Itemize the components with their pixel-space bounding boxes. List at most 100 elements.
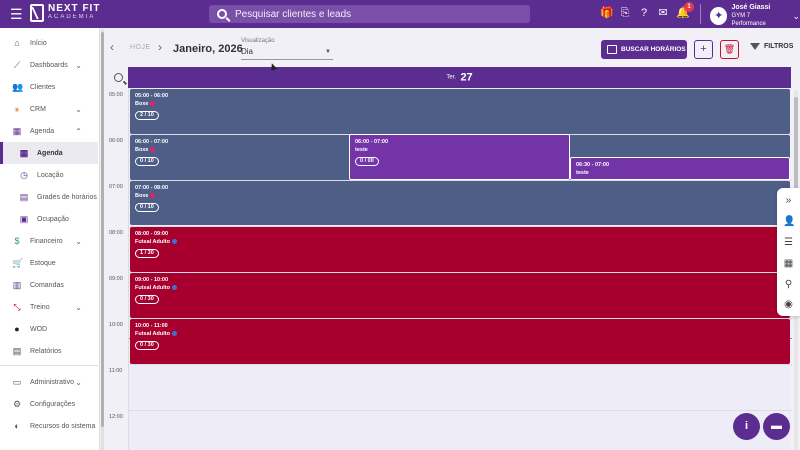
time-label: 08:00	[109, 230, 123, 236]
event-block[interactable]: 06:30 - 07:00 teste	[570, 157, 790, 180]
event-title: Boxe	[135, 147, 156, 153]
bell-icon[interactable]: 🔔 1	[676, 2, 694, 20]
event-title-text: Futsal Adulto	[135, 239, 170, 245]
chevron-down-icon: ⌄	[792, 10, 800, 21]
chat-fab-button[interactable]: ▬	[763, 413, 790, 440]
sidebar-item-crm[interactable]: ⚹ CRM ⌄	[0, 98, 98, 120]
zoom-icon[interactable]	[114, 73, 123, 82]
view-value: Dia	[241, 47, 254, 56]
person-icon[interactable]: 👤	[783, 216, 795, 227]
sidebar-item-comandas[interactable]: ▥ Comandas	[0, 274, 98, 296]
time-label: 09:00	[109, 276, 123, 282]
info-icon: i	[744, 420, 749, 432]
chevron-left-icon[interactable]: ‹	[110, 40, 114, 54]
sidebar-item-configuracoes[interactable]: ⚙ Configurações	[0, 393, 98, 415]
event-block[interactable]: 05:00 - 06:00 Boxe 2 / 10	[130, 89, 790, 134]
sidebar-item-ocupacao[interactable]: ▣ Ocupação	[0, 208, 98, 230]
event-title: Boxe	[135, 101, 156, 107]
sidebar-item-wod[interactable]: ● WOD	[0, 318, 98, 340]
time-label: 12:00	[109, 414, 123, 420]
info-fab-button[interactable]: i	[733, 413, 760, 440]
calendar-person-icon: ▣	[19, 214, 29, 224]
sidebar-item-estoque[interactable]: 🛒 Estoque	[0, 252, 98, 274]
filter-icon	[750, 43, 760, 50]
sidebar-item-label: Agenda	[30, 127, 55, 135]
sidebar-item-relatorios[interactable]: ▤ Relatórios	[0, 340, 98, 362]
report-icon: ▤	[12, 346, 22, 356]
sidebar-item-label: Relatórios	[30, 347, 62, 355]
sidebar-item-treino[interactable]: ⤡ Treino ⌄	[0, 296, 98, 318]
time-label: 10:00	[109, 322, 123, 328]
gift-icon[interactable]: 🎁	[600, 6, 614, 20]
list-icon[interactable]: ☰	[783, 237, 794, 248]
sidebar-item-inicio[interactable]: ⌂ Início	[0, 32, 98, 54]
home-icon: ⌂	[14, 38, 20, 48]
help-icon[interactable]: ?	[638, 6, 650, 20]
logo-name: NEXT FIT	[48, 3, 101, 14]
event-title: teste	[576, 170, 589, 176]
event-title: Futsal Adulto	[135, 239, 177, 245]
today-button[interactable]: HOJE	[130, 44, 151, 51]
event-title: Futsal Adulto	[135, 285, 177, 291]
view-select[interactable]: Dia ▼	[241, 47, 333, 60]
location-pin-icon[interactable]: ⚲	[783, 279, 794, 290]
sidebar-item-financeiro[interactable]: $ Financeiro ⌄	[0, 230, 98, 252]
door-icon[interactable]: ⎘	[619, 6, 631, 20]
people-icon: 👥	[12, 82, 24, 92]
caret-down-icon: ▼	[325, 49, 331, 55]
logo-mark-icon	[30, 4, 44, 22]
event-block[interactable]: 10:00 - 11:00 Futsal Adulto 0 / 30	[130, 319, 790, 364]
calendar-grid[interactable]: 05:00 - 06:00 Boxe 2 / 10 06:00 - 07:00 …	[128, 88, 792, 450]
avatar: ✦	[710, 7, 728, 25]
sidebar-item-label: Treino	[30, 303, 50, 311]
sidebar-item-label: Locação	[37, 171, 64, 179]
delete-button[interactable]: 🗑	[720, 40, 739, 59]
time-label: 06:00	[109, 138, 123, 144]
search-bar[interactable]	[209, 5, 530, 23]
event-capacity: 0 / 10	[135, 203, 159, 212]
chat-icon[interactable]: ✉	[657, 6, 669, 20]
double-chevron-right-icon[interactable]: »	[783, 195, 794, 206]
event-capacity: 0 / 30	[135, 341, 159, 350]
user-menu[interactable]: ✦ José Giassi GYM 7 Performance ⌄	[710, 4, 800, 28]
calendar-clock-icon: ◷	[20, 170, 28, 180]
eye-icon[interactable]: ◉	[783, 299, 794, 310]
event-title-text: Futsal Adulto	[135, 331, 170, 337]
sidebar-item-recursos[interactable]: ◐ Recursos do sistema	[0, 415, 98, 437]
chevron-down-icon: ⌄	[75, 104, 82, 114]
filter-button[interactable]: FILTROS	[750, 43, 793, 50]
chevron-right-icon[interactable]: ›	[158, 40, 162, 54]
chevron-down-icon: ⌄	[75, 302, 82, 312]
sidebar-item-clientes[interactable]: 👥 Clientes	[0, 76, 98, 98]
receipt-icon: ▥	[12, 280, 22, 290]
event-title: teste	[355, 147, 368, 153]
sidebar-item-administrativo[interactable]: ▭ Administrativo ⌄	[0, 371, 98, 393]
calendar-icon[interactable]: ▦	[783, 258, 794, 269]
sidebar-item-locacao[interactable]: ◷ Locação	[0, 164, 98, 186]
buscar-horarios-label: BUSCAR HORÁRIOS	[621, 46, 686, 53]
sidebar-item-label: Ocupação	[37, 215, 69, 223]
trash-icon: 🗑	[723, 44, 736, 54]
topbar-divider	[700, 4, 701, 24]
event-block[interactable]: 09:00 - 10:00 Futsal Adulto 0 / 30	[130, 273, 790, 318]
logo[interactable]: NEXT FIT ACADEMIA	[30, 4, 100, 22]
event-block[interactable]: 08:00 - 09:00 Futsal Adulto 1 / 30	[130, 227, 790, 272]
grid-calendar-icon: ▤	[19, 192, 29, 202]
event-time: 06:00 - 07:00	[135, 139, 169, 145]
buscar-horarios-button[interactable]: BUSCAR HORÁRIOS	[601, 40, 687, 59]
sidebar-item-agenda-sub[interactable]: ▦ Agenda	[0, 142, 98, 164]
event-block[interactable]: 07:00 - 08:00 Boxe 0 / 10	[130, 181, 790, 225]
sidebar-item-dashboards[interactable]: ⟋ Dashboards ⌄	[0, 54, 98, 76]
sidebar-item-grades[interactable]: ▤ Grades de horários	[0, 186, 98, 208]
sidebar-item-agenda[interactable]: ▦ Agenda ⌃	[0, 120, 98, 142]
search-input[interactable]	[235, 8, 515, 20]
menu-icon[interactable]: ☰	[10, 6, 26, 22]
time-label: 11:00	[109, 368, 123, 374]
event-time: 06:00 - 07:00	[355, 139, 389, 145]
event-block[interactable]: 06:00 - 07:00 teste 0 / 00	[349, 134, 570, 180]
add-button[interactable]: +	[694, 40, 713, 59]
sidebar: ⌂ Início ⟋ Dashboards ⌄ 👥 Clientes ⚹ CRM…	[0, 28, 100, 450]
sidebar-item-label: Agenda	[37, 149, 63, 157]
kettlebell-icon: ●	[14, 324, 20, 334]
top-bar: ☰ NEXT FIT ACADEMIA 🎁 ⎘ ? ✉ 🔔1 ✦ José Gi…	[0, 0, 800, 28]
